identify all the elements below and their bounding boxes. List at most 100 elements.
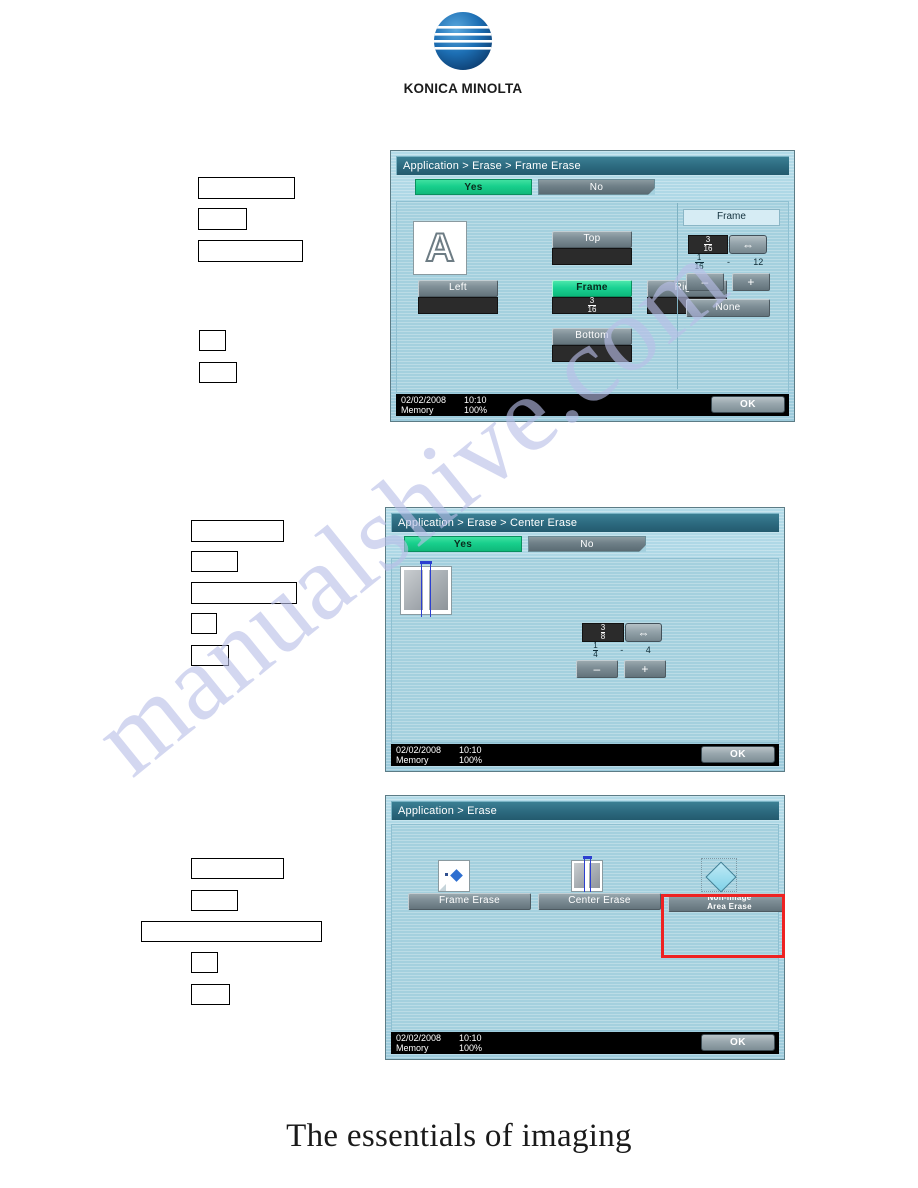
button-top-label: Top: [583, 233, 601, 245]
button-minus[interactable]: –: [686, 273, 724, 291]
width-arrow-icon: [420, 561, 432, 564]
callout-box: [191, 645, 229, 666]
button-bottom[interactable]: Bottom: [552, 328, 632, 345]
button-left[interactable]: Left: [418, 280, 498, 297]
brand-tagline: The essentials of imaging: [286, 1118, 632, 1154]
button-minus[interactable]: –: [576, 660, 618, 678]
button-top[interactable]: Top: [552, 231, 632, 248]
page-corner-fold: [439, 884, 446, 891]
konica-minolta-sphere-icon: [428, 8, 498, 78]
left-right-arrow-icon[interactable]: ⇔: [625, 623, 662, 642]
preview-thumbnail-a: A: [413, 221, 467, 275]
callout-box: [191, 858, 284, 879]
gutter-guide-right: [430, 561, 431, 617]
preview-letter: A: [425, 226, 456, 270]
tab-corner-fold: [639, 545, 646, 552]
callout-box: [199, 362, 237, 383]
status-bar: 02/02/2008 10:10 Memory 100% OK: [391, 1032, 779, 1054]
diamond-shape: [705, 861, 737, 893]
tab-yes[interactable]: Yes: [404, 536, 522, 552]
status-memory-label: Memory: [401, 405, 434, 415]
range-max: 12: [753, 257, 764, 267]
sidebar-value-fraction: 3 16: [703, 236, 713, 253]
range-min-fraction: 1 4: [593, 641, 598, 659]
tab-no[interactable]: No: [528, 536, 646, 552]
button-frame-label: Frame: [576, 282, 608, 294]
breadcrumb-title: Application > Erase: [391, 801, 779, 820]
page-diamond-mark: [450, 869, 463, 882]
callout-box: [198, 240, 303, 262]
menu-button-frame-erase[interactable]: Frame Erase: [408, 893, 531, 910]
button-none[interactable]: None: [686, 299, 770, 317]
button-plus[interactable]: +: [624, 660, 666, 678]
gutter-guide-left: [584, 856, 585, 892]
value-bottom: [552, 345, 632, 362]
breadcrumb-title: Application > Erase > Frame Erase: [396, 156, 789, 175]
page-frame-erase-icon: [438, 860, 470, 892]
button-plus[interactable]: +: [732, 273, 770, 291]
button-plus-label: +: [641, 661, 649, 676]
status-memory-label: Memory: [396, 1043, 429, 1053]
range-min-fraction: 1 16: [694, 253, 704, 271]
menu-button-center-erase-label: Center Erase: [568, 895, 631, 907]
value-top: [552, 248, 632, 265]
status-memory-value: 100%: [459, 1043, 483, 1053]
ok-button[interactable]: OK: [701, 1034, 775, 1051]
status-time: 10:10: [459, 1033, 482, 1043]
tab-no[interactable]: No: [538, 179, 655, 195]
callout-box: [191, 551, 238, 572]
menu-button-frame-erase-label: Frame Erase: [438, 895, 501, 907]
open-book-center-erase-icon: [400, 561, 452, 617]
breadcrumb-title: Application > Erase > Center Erase: [391, 513, 779, 532]
open-book-center-erase-icon: [571, 856, 603, 892]
tab-yes-label: Yes: [464, 182, 483, 193]
range-max: 4: [645, 645, 651, 655]
callout-box: [191, 984, 230, 1005]
left-right-arrow-icon[interactable]: ⇔: [729, 235, 767, 254]
tab-yes-label: Yes: [453, 539, 473, 550]
value-left: [418, 297, 498, 314]
status-memory-value: 100%: [464, 405, 488, 415]
callout-box: [191, 613, 217, 634]
spinner-value-fraction: 3 8: [600, 624, 606, 641]
status-bar: 02/02/2008 10:10 Memory 100% OK: [391, 744, 779, 766]
status-date: 02/02/2008: [401, 395, 447, 405]
width-arrow-icon: [583, 856, 592, 859]
button-none-label: None: [715, 301, 741, 313]
range-min-denominator: 16: [694, 261, 704, 271]
callout-box: [191, 952, 218, 973]
callout-box: [198, 208, 247, 230]
callout-box: [141, 921, 322, 942]
sidebar-divider: [677, 203, 678, 389]
status-time: 10:10: [459, 745, 482, 755]
lcd-panel-frame-erase: Application > Erase > Frame Erase Yes No…: [390, 150, 795, 422]
sidebar-header-label: Frame: [717, 211, 746, 222]
status-memory-label: Memory: [396, 755, 429, 765]
spinner-value-display: 3 8: [582, 623, 624, 642]
button-plus-label: +: [747, 274, 755, 289]
sidebar-value-display: 3 16: [688, 235, 728, 254]
tab-yes[interactable]: Yes: [415, 179, 532, 195]
value-frame-fraction: 3 16: [587, 297, 597, 314]
status-date: 02/02/2008: [396, 745, 442, 755]
sidebar-header-frame: Frame: [683, 209, 780, 226]
book-right-page: [429, 570, 448, 610]
center-gutter: [423, 570, 429, 610]
gutter-guide-right: [590, 856, 591, 892]
brand-logo: KONICA MINOLTA: [398, 8, 528, 96]
range-min-denominator: 4: [593, 649, 598, 659]
status-bar: 02/02/2008 10:10 Memory 100% OK: [396, 394, 789, 416]
tab-no-label: No: [589, 182, 604, 193]
ok-button[interactable]: OK: [701, 746, 775, 763]
callout-box: [191, 890, 238, 911]
callout-box: [199, 330, 226, 351]
page-dot: [445, 873, 448, 876]
button-frame[interactable]: Frame: [552, 280, 632, 297]
status-memory-value: 100%: [459, 755, 483, 765]
menu-button-center-erase[interactable]: Center Erase: [538, 893, 661, 910]
status-date: 02/02/2008: [396, 1033, 442, 1043]
lcd-panel-center-erase: Application > Erase > Center Erase Yes N…: [385, 507, 785, 772]
ok-button[interactable]: OK: [711, 396, 785, 413]
button-minus-label: –: [593, 661, 601, 676]
highlight-non-image-area-erase: [661, 894, 785, 958]
